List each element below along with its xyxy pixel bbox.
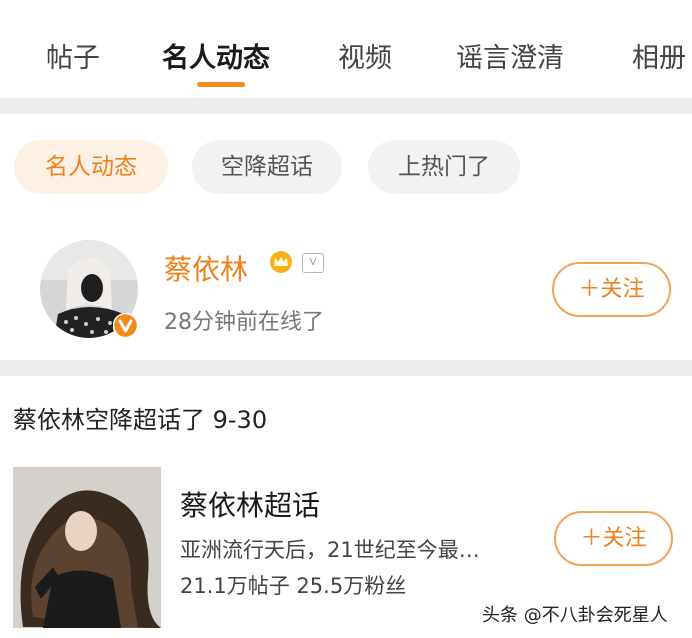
follow-label: 关注 — [602, 526, 647, 551]
topic-description: 亚洲流行天后，21世纪至今最… — [180, 538, 480, 562]
topic-stats: 21.1万帖子 25.5万粉丝 — [180, 574, 407, 598]
celebrity-name[interactable]: 蔡依林 — [164, 248, 248, 288]
verified-v-icon — [112, 312, 139, 339]
section-divider — [0, 98, 692, 114]
topic-image — [13, 467, 161, 628]
watermark: 头条 @不八卦会死星人 — [482, 605, 668, 626]
chip-celebrity-news[interactable]: 名人动态 — [14, 140, 168, 194]
chip-trending[interactable]: 上热门了 — [368, 140, 520, 194]
chip-airdrop-topic[interactable]: 空降超话 — [192, 140, 342, 194]
follow-label: 关注 — [600, 277, 645, 302]
tab-album[interactable]: 相册 — [632, 36, 686, 75]
top-tab-bar: 帖子 名人动态 视频 谣言澄清 相册 — [0, 0, 692, 98]
section-divider — [0, 360, 692, 376]
svip-badge-icon: V — [302, 253, 324, 273]
post-heading: 蔡依林空降超话了 9-30 — [13, 406, 268, 434]
topic-name[interactable]: 蔡依林超话 — [180, 484, 320, 524]
follow-celebrity-button[interactable]: ＋关注 — [552, 262, 671, 317]
tab-celebrity-news[interactable]: 名人动态 — [162, 36, 270, 75]
active-tab-indicator — [197, 82, 245, 87]
plus-icon: ＋ — [578, 277, 601, 302]
plus-icon: ＋ — [580, 526, 603, 551]
topic-thumbnail[interactable] — [13, 467, 161, 628]
follow-topic-button[interactable]: ＋关注 — [554, 511, 673, 566]
tab-posts[interactable]: 帖子 — [46, 36, 100, 75]
tab-videos[interactable]: 视频 — [338, 36, 392, 75]
crown-icon — [268, 250, 294, 278]
online-status: 28分钟前在线了 — [164, 310, 324, 335]
tab-rumor-clarification[interactable]: 谣言澄清 — [456, 36, 564, 75]
